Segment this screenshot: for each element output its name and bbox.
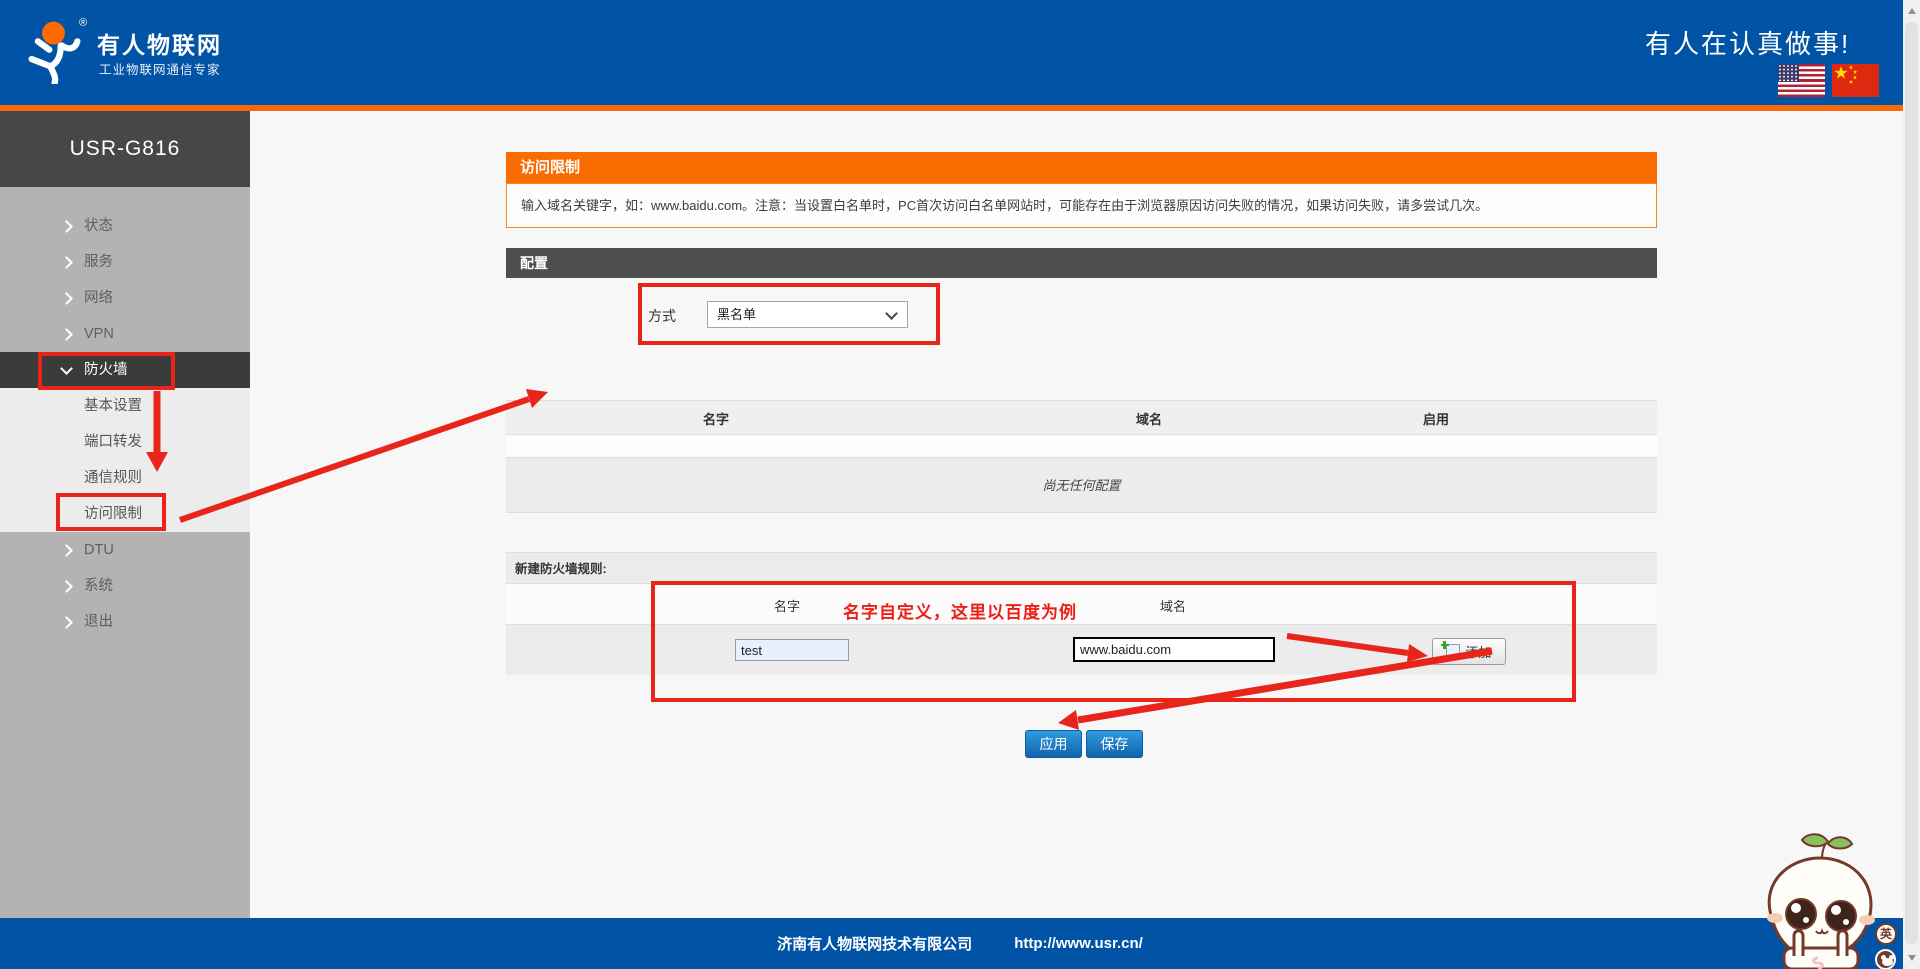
vertical-scrollbar[interactable] — [1903, 0, 1920, 969]
rules-col-name: 名字 — [702, 412, 730, 427]
scroll-up-icon[interactable] — [1907, 8, 1916, 14]
cn-flag-stars — [1834, 65, 1858, 84]
chevron-right-icon — [60, 292, 73, 305]
top-header: ® 有人物联网 工业物联网通信专家 有人在认真做事! — [0, 0, 1920, 105]
submenu-item-label: 端口转发 — [84, 434, 142, 450]
sidebar-item-label: DTU — [84, 542, 114, 558]
chevron-right-icon — [60, 220, 73, 233]
page-title: 访问限制 — [506, 152, 1657, 183]
sidebar-item-label: VPN — [84, 326, 114, 342]
registered-mark: ® — [79, 17, 88, 29]
new-rule-section-title: 新建防火墙规则: — [506, 552, 1657, 584]
rule-domain-input[interactable] — [1073, 637, 1275, 662]
annotation-tip-text: 名字自定义，这里以百度为例 — [843, 603, 1077, 622]
sidebar-item-label: 系统 — [84, 578, 113, 594]
mascot-badge-icon[interactable] — [1875, 949, 1896, 969]
config-section-title: 配置 — [506, 248, 1657, 278]
sidebar-item-firewall[interactable]: 防火墙 — [0, 352, 250, 388]
new-rule-name-header: 名字 — [773, 599, 801, 614]
sidebar-item-label: 退出 — [84, 614, 113, 630]
sidebar-item-services[interactable]: 服务 — [0, 244, 250, 280]
rules-table-header — [506, 400, 1657, 435]
page: ® 有人物联网 工业物联网通信专家 有人在认真做事! USR-G816 状态 服… — [0, 0, 1920, 969]
notice-box: 输入域名关键字，如：www.baidu.com。注意：当设置白名单时，PC首次访… — [506, 183, 1657, 228]
chevron-right-icon — [60, 328, 73, 341]
rules-col-domain: 域名 — [1135, 412, 1163, 427]
select-chevron-down-icon — [885, 307, 898, 320]
save-button[interactable]: 保存 — [1086, 730, 1143, 758]
sidebar-item-label: 网络 — [84, 290, 113, 306]
add-button-label: 添加 — [1465, 645, 1492, 660]
language-badge[interactable]: 英 — [1875, 923, 1897, 945]
sidebar-item-vpn[interactable]: VPN — [0, 316, 250, 352]
annotation-arrowhead-apply — [1058, 710, 1079, 730]
cn-flag-icon[interactable] — [1832, 64, 1879, 97]
add-rule-button[interactable]: 添加 — [1432, 638, 1506, 665]
brand-tagline: 工业物联网通信专家 — [99, 63, 221, 77]
submenu-item-label: 基本设置 — [84, 398, 142, 414]
submenu-item-label: 访问限制 — [84, 506, 142, 522]
submenu-item-label: 通信规则 — [84, 470, 142, 486]
us-flag-icon[interactable] — [1778, 64, 1825, 97]
brand-title: 有人物联网 — [97, 32, 222, 58]
scrollbar-thumb[interactable] — [1905, 22, 1918, 944]
new-rule-domain-header: 域名 — [1159, 599, 1187, 614]
sidebar-item-status[interactable]: 状态 — [0, 208, 250, 244]
header-slogan: 有人在认真做事! — [1645, 29, 1851, 59]
mode-select[interactable]: 黑名单 — [707, 301, 908, 328]
scroll-down-icon[interactable] — [1907, 955, 1916, 961]
rule-name-input[interactable] — [735, 639, 849, 661]
add-page-icon — [1440, 641, 1461, 659]
chevron-right-icon — [60, 544, 73, 557]
chevron-right-icon — [60, 580, 73, 593]
chevron-right-icon — [60, 616, 73, 629]
footer-company: 济南有人物联网技术有限公司 — [777, 936, 973, 953]
footer: 济南有人物联网技术有限公司 http://www.usr.cn/ — [0, 918, 1920, 969]
header-accent-stripe — [0, 105, 1920, 111]
new-rule-header-row — [506, 584, 1657, 625]
sidebar-item-label: 防火墙 — [84, 362, 128, 378]
rules-col-enable: 启用 — [1422, 412, 1450, 427]
sidebar-item-label: 状态 — [84, 218, 113, 234]
submenu-item-basic-settings[interactable]: 基本设置 — [0, 388, 250, 424]
chevron-down-icon — [60, 362, 73, 375]
sidebar-item-system[interactable]: 系统 — [0, 568, 250, 604]
apply-button[interactable]: 应用 — [1025, 730, 1082, 758]
mascot-icon — [1767, 833, 1875, 969]
sidebar-item-label: 服务 — [84, 254, 113, 270]
chevron-right-icon — [60, 256, 73, 269]
sidebar-item-network[interactable]: 网络 — [0, 280, 250, 316]
submenu-item-traffic-rules[interactable]: 通信规则 — [0, 460, 250, 496]
us-flag-canton — [1778, 64, 1799, 82]
submenu-item-port-forwarding[interactable]: 端口转发 — [0, 424, 250, 460]
submenu-item-access-restriction[interactable]: 访问限制 — [0, 496, 250, 532]
mode-label: 方式 — [648, 308, 676, 324]
device-title: USR-G816 — [0, 111, 250, 187]
sidebar-item-dtu[interactable]: DTU — [0, 532, 250, 568]
rules-table-spacer-row — [506, 435, 1657, 458]
footer-url-link[interactable]: http://www.usr.cn/ — [1014, 935, 1143, 952]
sidebar-item-logout[interactable]: 退出 — [0, 604, 250, 640]
rules-empty-state: 尚无任何配置 — [506, 458, 1657, 513]
mode-select-value: 黑名单 — [717, 307, 757, 322]
